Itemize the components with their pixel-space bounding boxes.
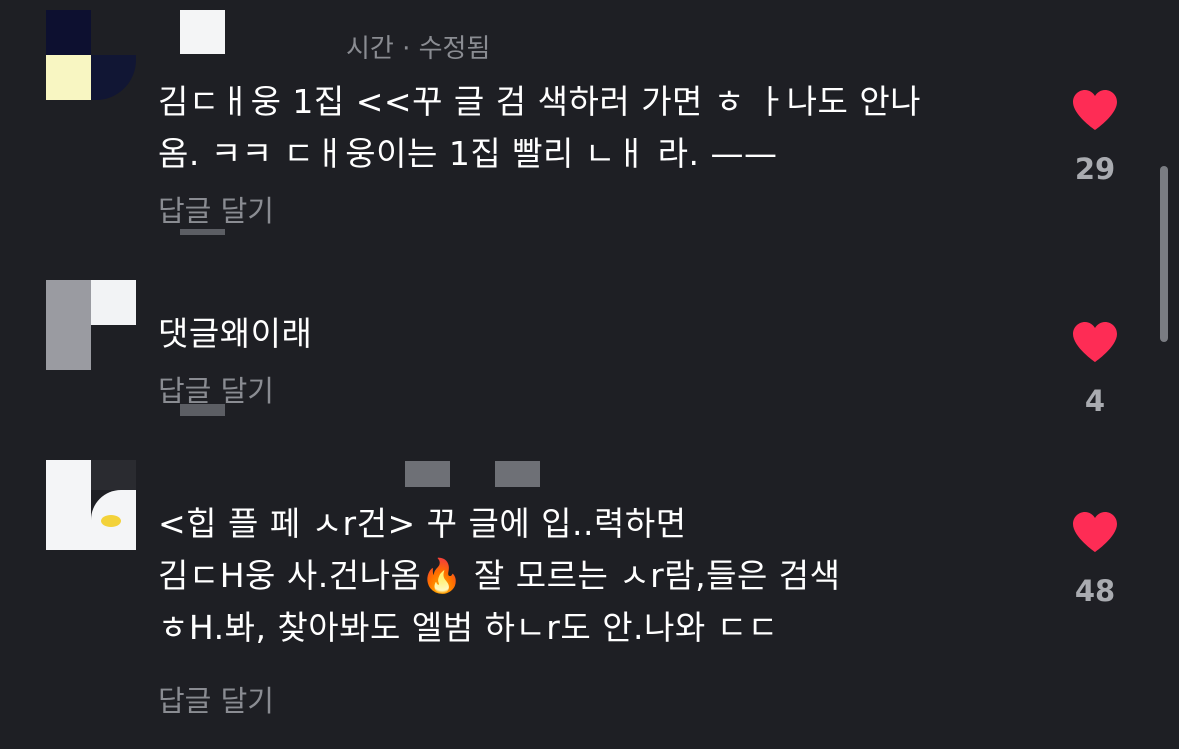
avatar[interactable]	[46, 460, 136, 550]
comment-line: 김ㄷH웅 사.건나옴🔥 잘 모르는 ㅅr람,들은 검색	[158, 556, 841, 595]
heart-icon[interactable]	[1071, 510, 1119, 554]
like-count: 29	[1074, 152, 1116, 186]
like-column: 4	[1060, 320, 1130, 418]
heart-icon[interactable]	[1071, 88, 1119, 132]
comment-item: 시간 · 수정됨 김ㄷㅐ웅 1집 <<꾸 글 검 색하러 가면 ㅎ ㅏ나도 안나…	[0, 0, 1150, 250]
comment-text: <힙 플 페 ㅅr건> 꾸 글에 입..력하면 김ㄷH웅 사.건나옴🔥 잘 모르…	[158, 498, 1058, 654]
avatar[interactable]	[46, 10, 136, 100]
comment-text: 김ㄷㅐ웅 1집 <<꾸 글 검 색하러 가면 ㅎ ㅏ나도 안나 옴. ㅋㅋ ㄷㅐ…	[158, 76, 1058, 180]
comment-line: ㅎH.봐, 찾아봐도 엘범 하ㄴr도 안.나와 ㄷㄷ	[158, 608, 779, 647]
like-count: 48	[1074, 574, 1116, 608]
comment-line: 옴. ㅋㅋ ㄷㅐ웅이는 1집 빨리 ㄴㅐ 라. ——	[158, 134, 778, 173]
comment-line: 김ㄷㅐ웅 1집 <<꾸 글 검 색하러 가면 ㅎ ㅏ나도 안나	[158, 82, 922, 121]
heart-icon[interactable]	[1071, 320, 1119, 364]
comment-line: 댓글왜이래	[158, 314, 313, 353]
comment-item: 댓글왜이래 답글 달기 4	[0, 270, 1150, 440]
reply-button[interactable]: 답글 달기	[158, 678, 274, 720]
redacted-bar	[180, 404, 225, 416]
avatar[interactable]	[46, 280, 136, 370]
comment-line: <힙 플 페 ㅅr건> 꾸 글에 입..력하면	[158, 504, 687, 543]
comment-item: <힙 플 페 ㅅr건> 꾸 글에 입..력하면 김ㄷH웅 사.건나옴🔥 잘 모르…	[0, 450, 1150, 740]
redacted-bar	[180, 229, 225, 235]
like-column: 48	[1060, 510, 1130, 608]
scrollbar[interactable]	[1160, 166, 1168, 342]
comment-text: 댓글왜이래	[158, 308, 1058, 360]
username-redacted	[495, 461, 540, 487]
like-column: 29	[1060, 88, 1130, 186]
reply-button[interactable]: 답글 달기	[158, 188, 274, 230]
like-count: 4	[1084, 384, 1106, 418]
username-redacted	[180, 10, 225, 54]
comment-meta: 시간 · 수정됨	[346, 34, 491, 64]
username-redacted	[405, 461, 450, 487]
